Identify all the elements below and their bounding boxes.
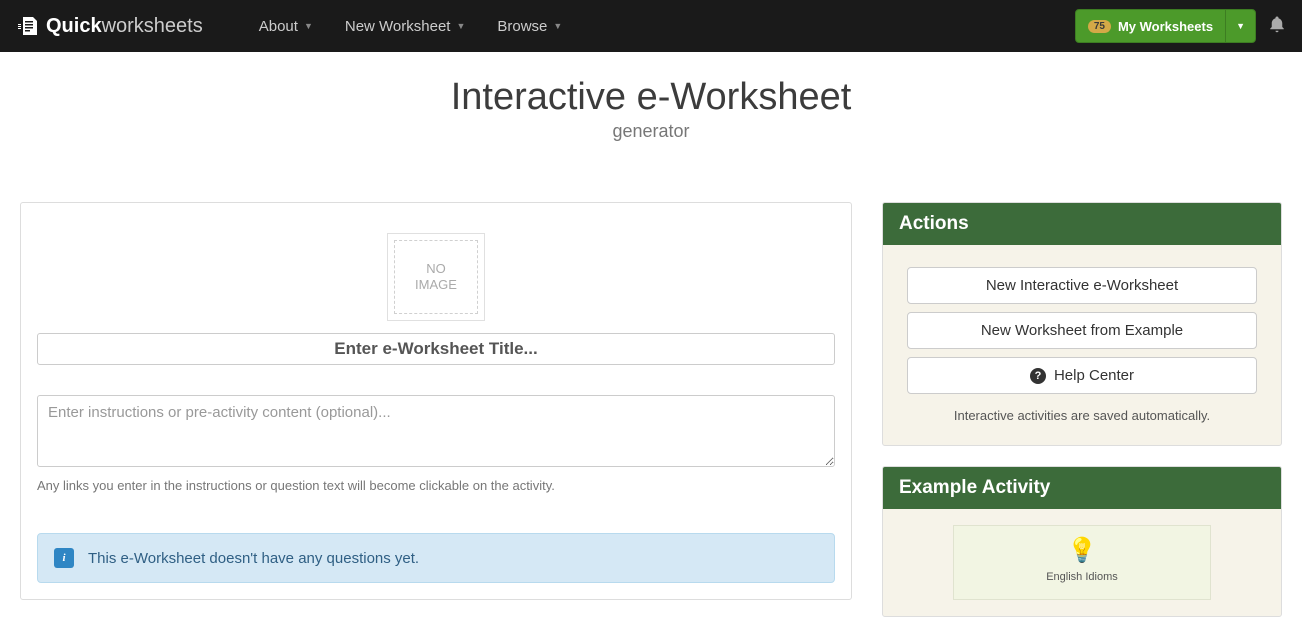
- empty-questions-alert: i This e-Worksheet doesn't have any ques…: [37, 533, 835, 583]
- lightbulb-icon: 💡: [1067, 536, 1097, 565]
- example-activity-panel: Example Activity 💡 English Idioms: [882, 466, 1282, 617]
- instructions-input[interactable]: [37, 395, 835, 467]
- example-header: Example Activity: [883, 467, 1281, 509]
- brand-logo[interactable]: Quickworksheets: [16, 14, 203, 38]
- worksheet-title-input[interactable]: [37, 333, 835, 365]
- nav-new-worksheet[interactable]: New Worksheet▼: [329, 3, 482, 50]
- my-worksheets-button-group: 75 My Worksheets ▼: [1075, 9, 1256, 43]
- actions-header: Actions: [883, 203, 1281, 245]
- caret-down-icon: ▼: [553, 21, 562, 31]
- caret-down-icon: ▼: [456, 21, 465, 31]
- worksheet-count-badge: 75: [1088, 20, 1111, 33]
- example-activity-card[interactable]: 💡 English Idioms: [953, 525, 1211, 600]
- page-subtitle: generator: [0, 121, 1302, 142]
- actions-panel: Actions New Interactive e-Worksheet New …: [882, 202, 1282, 446]
- page-header: Interactive e-Worksheet generator: [0, 52, 1302, 152]
- brand-light: worksheets: [102, 15, 203, 38]
- my-worksheets-button[interactable]: 75 My Worksheets: [1076, 19, 1225, 34]
- example-card-title: English Idioms: [1046, 571, 1118, 583]
- nav-right: 75 My Worksheets ▼: [1075, 9, 1286, 43]
- nav-browse[interactable]: Browse▼: [481, 3, 578, 50]
- new-interactive-button[interactable]: New Interactive e-Worksheet: [907, 267, 1257, 304]
- nav-links: About▼ New Worksheet▼ Browse▼: [243, 3, 579, 50]
- image-placeholder[interactable]: NO IMAGE: [387, 233, 485, 321]
- caret-down-icon: ▼: [304, 21, 313, 31]
- document-icon: [16, 14, 40, 38]
- info-icon: i: [54, 548, 74, 568]
- autosave-note: Interactive activities are saved automat…: [907, 408, 1257, 423]
- links-help-text: Any links you enter in the instructions …: [37, 478, 835, 493]
- page-title: Interactive e-Worksheet: [0, 76, 1302, 119]
- my-worksheets-label: My Worksheets: [1118, 19, 1213, 34]
- no-image-label: NO IMAGE: [394, 240, 478, 314]
- notifications-bell-icon[interactable]: [1268, 15, 1286, 38]
- help-center-button[interactable]: ?Help Center: [907, 357, 1257, 394]
- nav-about[interactable]: About▼: [243, 3, 329, 50]
- my-worksheets-dropdown-toggle[interactable]: ▼: [1225, 10, 1255, 42]
- navbar: Quickworksheets About▼ New Worksheet▼ Br…: [0, 0, 1302, 52]
- brand-bold: Quick: [46, 15, 102, 38]
- new-from-example-button[interactable]: New Worksheet from Example: [907, 312, 1257, 349]
- question-icon: ?: [1030, 368, 1046, 384]
- editor-panel: NO IMAGE Any links you enter in the inst…: [20, 202, 852, 600]
- empty-alert-text: This e-Worksheet doesn't have any questi…: [88, 550, 419, 567]
